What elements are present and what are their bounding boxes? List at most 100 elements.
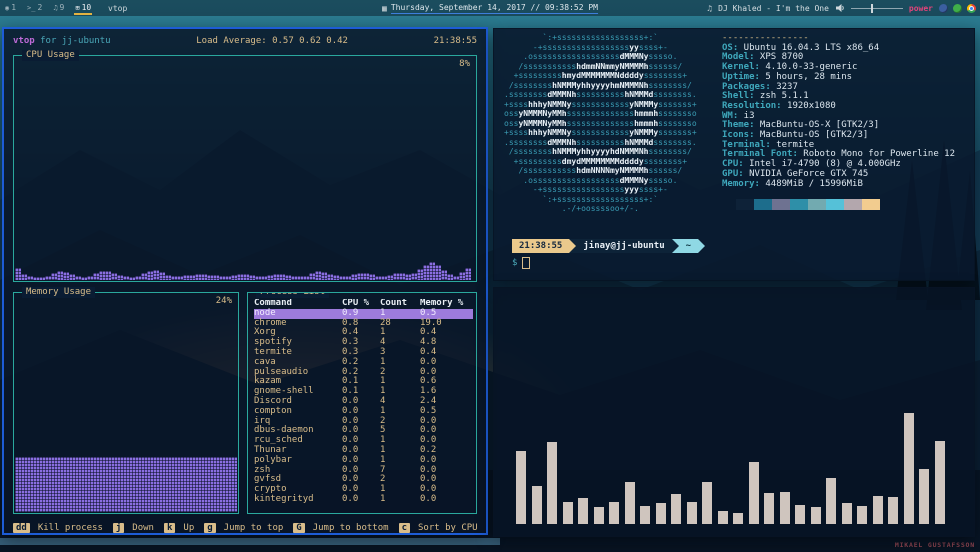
process-header: Command CPU % Count Memory % [254,299,473,309]
cpu-graph-column [465,268,471,280]
palette-color [754,199,772,210]
hotkey-label: Jump to top [223,523,284,533]
vtop-lower-row: Memory Usage 24% Process List Command CPU… [13,287,477,514]
grid-workspace-icon: ⊞ [75,3,80,12]
cava-bar [531,486,542,524]
ascii-line: .ossssssssssssssssssdMMMNysssso. [504,52,678,61]
process-row[interactable]: termite 0.3 3 0.4 [254,347,473,358]
volume-slider[interactable] [850,3,903,13]
workspace-number: 9 [59,3,65,12]
process-row[interactable]: zsh 0.0 7 0.0 [254,465,473,476]
palette [736,199,880,210]
ascii-line: `:+ssssssssssssssssss+:` [504,33,659,42]
hotkey-label: Jump to bottom [312,523,389,533]
info-value: 1920x1080 [781,100,836,111]
process-row[interactable]: gvfsd 0.0 2 0.0 [254,475,473,485]
process-cell: 1 [380,493,386,504]
process-cell: 1 [380,435,386,446]
cava-bar [795,505,805,524]
process-cell: 1 [380,454,386,465]
cpu-usage-label: CPU Usage [22,50,79,61]
shell-prompt: 21:38:55 jinay@jj-ubuntu ~ [512,239,706,253]
ascii-line: .ossssssssssssssssssdMMMNysssso. [504,175,678,185]
process-list-panel: Process List Command CPU % Count Memory % n… [247,292,477,514]
terminal-workspace-icon: >_ [27,3,36,12]
memory-usage-label: Memory Usage [22,287,96,298]
calendar-icon: ▦ [382,3,387,13]
info-value: i3 [738,110,755,121]
info-value: 4.10.0-33-generic [759,62,858,73]
process-row[interactable]: pulseaudio 0.2 2 0.0 [254,367,473,378]
ascii-line: .-/+oossssoo+/-. [504,204,639,213]
powerline-arrow-icon [569,239,577,253]
prompt-user-host: jinay@jj-ubuntu [576,239,672,253]
info-label: GPU: [722,168,744,179]
ascii-line: -+sssssssssssssssssyyyssss+- [504,185,668,194]
process-cell: kintegrityd [254,493,314,504]
info-value: zsh 5.1.1 [754,91,809,102]
info-value: MacBuntu-OS-X [GTK2/3] [754,120,880,131]
power-button[interactable]: power [909,4,933,13]
chrome-icon[interactable] [967,3,976,13]
fetch-info: ---------------- OS: Ubuntu 16.04.3 LTS … [722,33,955,190]
info-value: 4489MiB / 15996MiB [759,178,863,189]
ascii-line: +ssssssssshmydMMMMMMMNddddyssssssss+ [504,71,688,80]
workspace-10[interactable]: ⊞ 10 [74,1,93,15]
info-label: Memory: [722,178,760,189]
info-row: Resolution: 1920x1080 [722,100,955,112]
cava-bar [919,469,929,524]
memory-graph [15,457,237,512]
workspace-1[interactable]: ◉ 1 [4,1,17,15]
info-label: OS: [722,42,739,53]
cava-bar [841,503,852,524]
process-row[interactable]: kintegrityd 0.0 1 0.0 [254,493,473,505]
process-row[interactable]: compton 0.0 1 0.5 [254,406,473,417]
tray-app-icon[interactable] [953,3,962,13]
cava-bars [516,298,945,524]
cava-bar [516,451,526,524]
hotkey-g: g [204,523,216,533]
now-playing-text[interactable]: DJ Khaled - I'm the One [718,4,829,13]
cava-bar [764,493,774,524]
info-label: Theme: [722,120,755,131]
workspace-number: 10 [81,3,92,12]
ascii-line: .ssssssssdMMMNhsssssssssshNMMMdssssssss. [504,90,697,99]
hotkey-label: Sort by CPU [417,523,477,533]
hotkey-j: j [112,523,125,533]
process-cell: 4 [380,395,386,406]
info-label: CPU: [722,159,744,170]
ascii-line: ossyNMMMNyMMhsssssssssssssshmmmhssssssso [504,118,697,128]
cava-bar [640,506,650,524]
process-cell: 1 [380,356,386,367]
tray-app-icon[interactable] [939,3,948,13]
cava-bar [779,492,790,524]
clock-module[interactable]: ▦ Thursday, September 14, 2017 // 09:38:… [382,3,598,14]
ascii-art: `:+ssssssssssssssssss+:` -+sssssssssssss… [504,33,697,214]
process-table: Command CPU % Count Memory % node 0.9 1 0.5 chr… [254,299,473,511]
vtop-clock: 21:38:55 [433,36,477,46]
neofetch-window: `:+ssssssssssssssssss+:` -+sssssssssssss… [493,28,975,281]
process-row[interactable]: chrome 0.8 28 19.0 [254,318,473,329]
info-value: Intel i7-4790 (8) @ 4.000GHz [743,159,901,170]
focused-window-title: vtop [108,3,128,13]
info-value: 3237 [770,81,798,92]
info-label: WM: [722,110,739,121]
process-cell: 0.0 [342,493,359,504]
process-cell: 1 [380,386,386,397]
volume-slider-handle[interactable] [870,3,873,13]
vtop-window: vtop for jj-ubuntu Load Average: 0.57 0.… [2,27,488,535]
info-rows: OS: Ubuntu 16.04.3 LTS x86_64 Model: XPS … [722,42,955,190]
cava-bar [872,496,883,524]
cava-bar [748,462,759,524]
ascii-line: /sssssssshNMMMyhhyyyyhdNMMMNhssssssss/ [504,147,692,156]
memory-usage-value: 24% [215,296,232,306]
process-cell: 1 [380,327,386,338]
speaker-icon[interactable] [835,3,845,13]
cava-bar [733,513,743,524]
prompt-symbol: $ [512,258,518,268]
workspace-9[interactable]: ♫ 9 [52,1,65,15]
command-line[interactable]: $ [512,257,531,269]
workspace-2[interactable]: >_ 2 [26,1,43,15]
process-cell: 1 [380,444,386,455]
process-row[interactable]: polybar 0.0 1 0.0 [254,454,473,466]
